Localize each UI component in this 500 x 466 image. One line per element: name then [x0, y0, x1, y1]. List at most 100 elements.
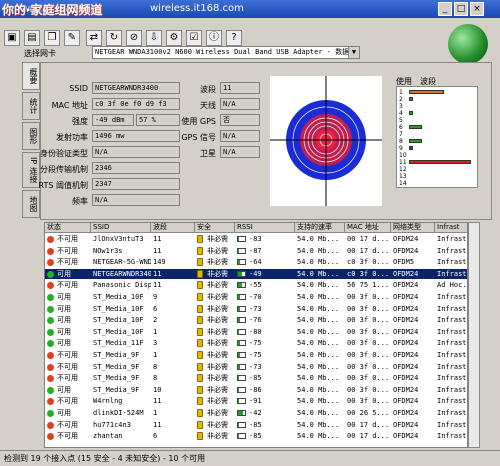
column-header[interactable]: MAC 地址 [345, 223, 391, 233]
table-row[interactable]: 可用 ST_Media_10F 2 非必需 -76 54.0 Mb... 00 3f 0..… [45, 315, 467, 325]
table-cell: 不可用 [45, 246, 91, 256]
table-cell: 11 [153, 420, 162, 429]
column-header[interactable]: 支持的速率 [295, 223, 345, 233]
lock-icon [197, 293, 203, 301]
table-cell: 不可用 [45, 257, 91, 267]
settings-icon[interactable]: ⚙ [166, 30, 182, 46]
lock-icon [197, 316, 203, 325]
table-cell: OFDM24 [393, 362, 419, 371]
download-icon[interactable]: ⇩ [146, 30, 162, 46]
block-icon[interactable]: ⊘ [126, 30, 142, 46]
network-icon[interactable]: ⇄ [86, 30, 102, 46]
status-dot-icon [47, 363, 54, 371]
txrate-field: 1496 mw [92, 130, 180, 142]
table-cell: 54.0 Mb... [297, 432, 340, 441]
rssi-bar-fill [238, 248, 239, 253]
table-row[interactable]: 可用 ST_Media_10F 6 非必需 -73 54.0 Mb... 00 3f 0..… [45, 304, 467, 314]
table-row[interactable]: 可用 ST_Media_10F 9 非必需 -70 54.0 Mb... 00 3f 0..… [45, 292, 467, 302]
tab-statistics[interactable]: 统计 [22, 92, 40, 120]
rssi-bar-fill [238, 364, 240, 369]
edit-icon[interactable]: ✎ [64, 30, 80, 46]
tab-map[interactable]: 地图 [22, 190, 40, 218]
table-row[interactable]: 不可用 W4rnlng 11 非必需 -91 54.0 Mb... 00 3f 0... OF… [45, 396, 467, 406]
table-row[interactable]: 不可用 Panasonic Display111 非必需 -55 54.0 Mb... 5… [45, 280, 467, 290]
channel-label: 6 [399, 124, 403, 131]
channel-label: 1 [399, 89, 403, 96]
rssi-bar-fill [238, 237, 240, 241]
security-text: 非必需 [207, 420, 228, 429]
app-window: WirelessMon 专业版 你的·家庭组网频道 wireless.it168… [0, 0, 500, 466]
column-header[interactable]: 网络类型 [391, 223, 435, 233]
help-icon[interactable]: ? [226, 30, 242, 46]
checklist-icon[interactable]: ☑ [186, 30, 202, 46]
rssi-bar-fill [238, 271, 243, 276]
table-cell: ST_Media_9F [93, 351, 140, 359]
column-header[interactable]: SSID [91, 223, 151, 233]
table-row[interactable]: 不可用 zhantan 6 非必需 -85 54.0 Mb... 00 17 d... OFD… [45, 431, 467, 441]
table-cell: 11 [153, 269, 162, 278]
table-cell: 54.0 Mb... [297, 409, 340, 417]
lock-icon [197, 432, 203, 441]
rssi-bar-icon [237, 375, 246, 382]
rssi-bar-icon [237, 340, 246, 347]
table-cell: 00 3f 0... [347, 304, 390, 313]
lock-icon [197, 269, 203, 278]
column-header[interactable]: Infrast [435, 223, 467, 233]
rssi-bar-icon [237, 317, 246, 324]
adapter-select[interactable]: NETGEAR WNDA3100v2 N600 Wireless Dual Ba… [92, 46, 360, 59]
status-text: 不可用 [57, 258, 78, 267]
maximize-button[interactable]: □ [454, 2, 468, 16]
table-row[interactable]: 不可用 ST_Media_9F 8 非必需 -73 54.0 Mb... 00 3f 0..… [45, 362, 467, 372]
table-cell: OFDM24 [393, 420, 419, 429]
table-row[interactable]: 不可用 NOw1r3s 11 非必需 -87 54.0 Mb... 00 17 d... OF… [45, 246, 467, 256]
table-cell: 11 [153, 397, 162, 406]
table-cell: -73 [235, 362, 295, 372]
rssi-text: -85 [249, 374, 262, 383]
table-cell: 00 3f 0... [347, 316, 390, 325]
ap-table[interactable]: 状态 SSID 波段 安全 RSSI 支持的速率 MAC 地址 网络类型 Infrast 不可用 J… [44, 222, 468, 448]
table-row[interactable]: 不可用 ST_Media_9F 8 非必需 -85 54.0 Mb... 00 3f 0..… [45, 373, 467, 383]
wireless-globe-icon [448, 24, 488, 64]
adapter-value: NETGEAR WNDA3100v2 N600 Wireless Dual Ba… [95, 48, 360, 56]
column-header[interactable]: 状态 [45, 223, 91, 233]
tab-summary[interactable]: 概要 [22, 62, 40, 90]
table-cell: Infrast... [437, 246, 467, 255]
table-row[interactable]: 不可用 hu771c4n3 11 非必需 -85 54.0 Mb... 00 17 d...… [45, 420, 467, 430]
table-row[interactable]: 可用 ST_Media_11F 3 非必需 -75 54.0 Mb... 00 3f 0..… [45, 338, 467, 348]
close-button[interactable]: × [470, 2, 484, 16]
table-row[interactable]: 可用 NETGEARWNDR3400 11 非必需 -49 54.0 Mb... c0 3f… [45, 268, 467, 279]
tab-graph[interactable]: 图形 [22, 122, 40, 150]
rssi-text: -73 [249, 304, 262, 313]
channel-field: 11 [220, 82, 260, 94]
column-header[interactable]: 安全 [195, 223, 235, 233]
status-text: 不可用 [57, 420, 78, 429]
table-row[interactable]: 可用 ST_Media_9F 10 非必需 -86 54.0 Mb... 00 3f 0..… [45, 385, 467, 395]
rssi-text: -55 [249, 281, 262, 290]
table-cell: NOw1r3s [93, 246, 123, 255]
table-cell: 00 17 d... [347, 246, 390, 255]
table-cell: zhantan [93, 432, 123, 441]
column-header[interactable]: RSSI [235, 223, 295, 233]
table-row[interactable]: 可用 dlinkDI-524M 1 非必需 -42 54.0 Mb... 00 26 5..… [45, 408, 467, 418]
minimize-button[interactable]: _ [438, 2, 452, 16]
title-bar[interactable]: WirelessMon 专业版 你的·家庭组网频道 wireless.it168… [0, 0, 500, 18]
table-cell: 8 [153, 374, 158, 383]
table-cell: 11 [153, 281, 162, 290]
table-row[interactable]: 不可用 NETGEAR-5G-WNDR3400149 非必需 -64 54.0 Mb..… [45, 257, 467, 267]
open-folder-icon[interactable]: ▤ [24, 30, 40, 46]
save-icon[interactable]: ▣ [4, 30, 20, 46]
info-icon[interactable]: ⓘ [206, 30, 222, 46]
column-header[interactable]: 波段 [151, 223, 195, 233]
table-row[interactable]: 不可用 ST_Media_9F 1 非必需 -75 54.0 Mb... 00 3f 0..… [45, 350, 467, 360]
table-cell: NETGEARWNDR3400 [93, 269, 151, 278]
refresh-icon[interactable]: ↻ [106, 30, 122, 46]
table-row[interactable]: 不可用 JlOnxV3ntuT3 11 非必需 -83 54.0 Mb... 00 17 d… [45, 234, 467, 244]
table-row[interactable]: 可用 ST_Media_10F 1 非必需 -80 54.0 Mb... 00 3f 0..… [45, 327, 467, 337]
table-scrollbar[interactable] [468, 222, 480, 448]
status-dot-icon [47, 386, 54, 394]
copy-icon[interactable]: ❐ [44, 30, 60, 46]
table-cell: 54.0 Mb... [297, 327, 340, 336]
table-cell: 00 3f 0... [347, 385, 390, 394]
chevron-down-icon[interactable]: ▼ [348, 47, 359, 58]
channel-label: 7 [399, 131, 403, 138]
